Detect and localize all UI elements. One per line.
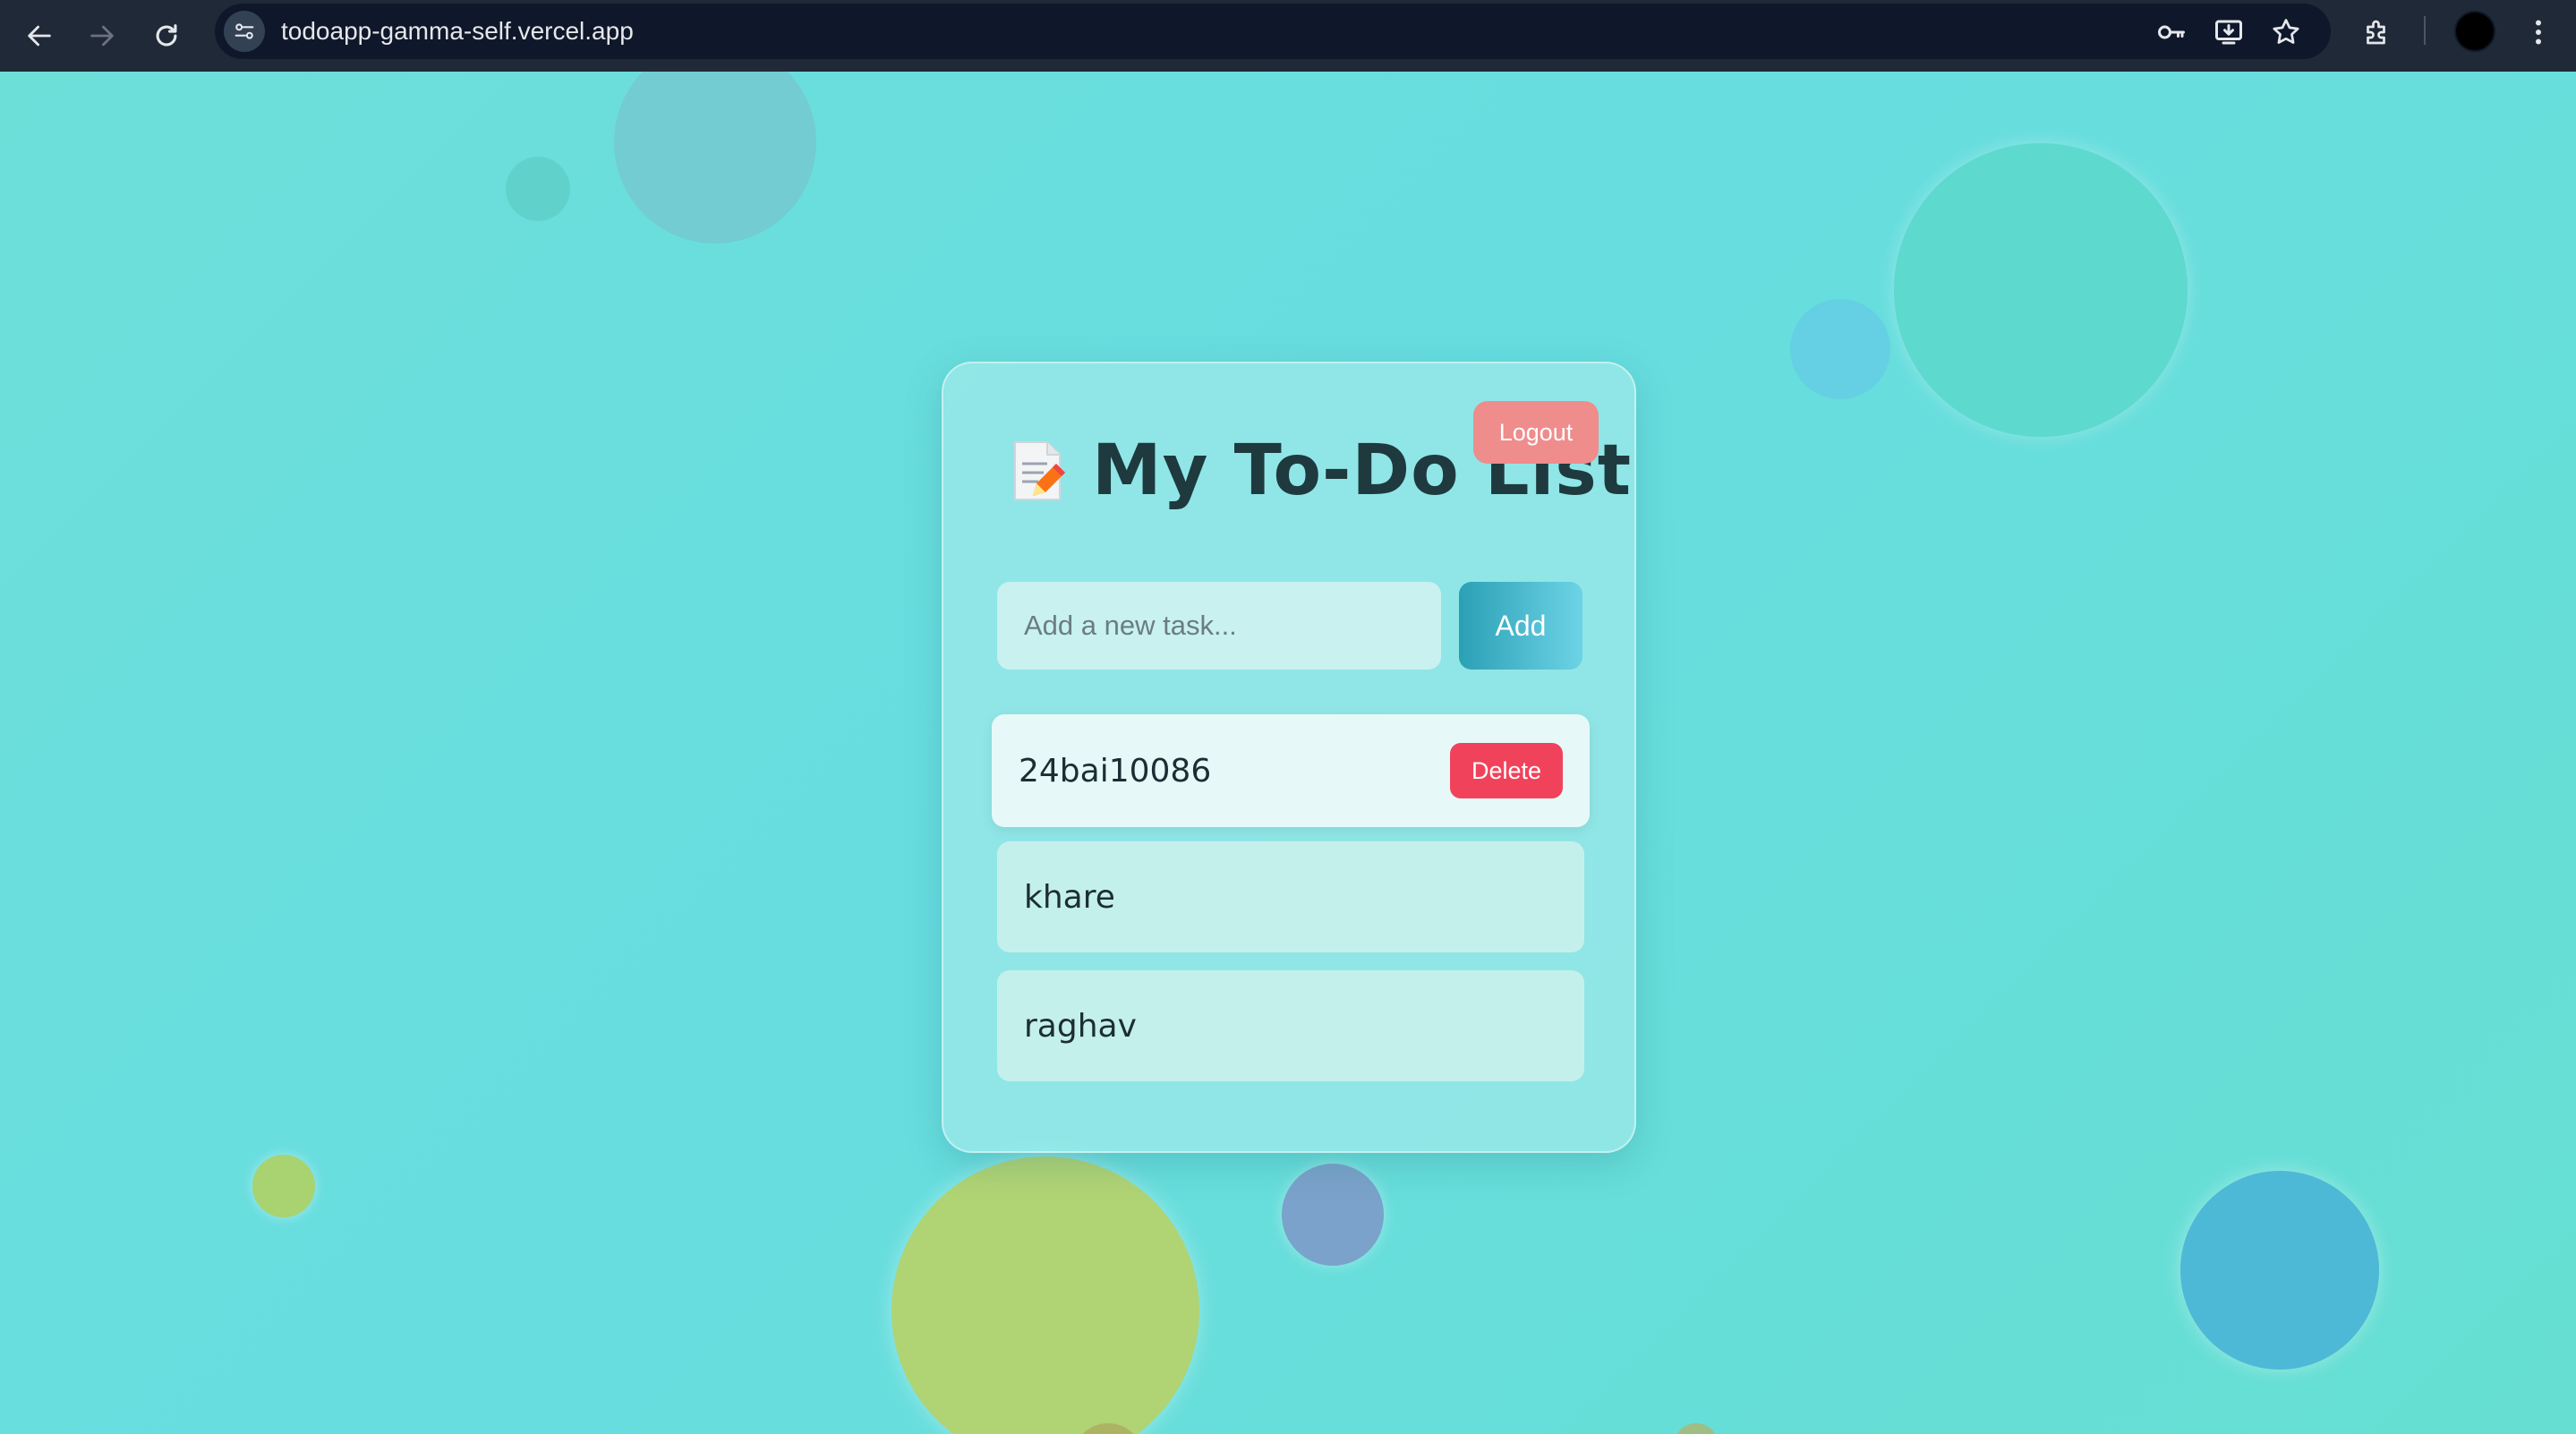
background-bubble <box>1282 1164 1384 1266</box>
reload-icon[interactable] <box>143 13 190 59</box>
site-settings-icon[interactable] <box>224 11 265 52</box>
back-arrow-icon[interactable] <box>16 13 63 59</box>
background-bubble <box>506 157 570 221</box>
task-text: 24bai10086 <box>1019 752 1212 790</box>
background-bubble <box>1894 143 2188 437</box>
toolbar-separator <box>2424 16 2426 45</box>
background-bubble <box>891 1157 1199 1434</box>
new-task-input[interactable] <box>997 582 1441 670</box>
install-app-icon[interactable] <box>2209 13 2248 52</box>
key-icon[interactable] <box>2152 13 2191 52</box>
logout-button[interactable]: Logout <box>1473 401 1599 464</box>
extensions-icon[interactable] <box>2358 13 2397 52</box>
task-item[interactable]: 24bai10086 Delete <box>992 714 1590 827</box>
task-text: khare <box>1024 878 1115 916</box>
task-item[interactable]: khare <box>997 841 1584 952</box>
page-background: Logout My To-Do List Add 24bai10086 Dele… <box>0 72 2576 1434</box>
menu-icon[interactable] <box>2519 13 2558 52</box>
url-text[interactable]: todoapp-gamma-self.vercel.app <box>281 16 634 47</box>
delete-task-button[interactable]: Delete <box>1450 743 1563 798</box>
task-text: raghav <box>1024 1007 1137 1045</box>
add-task-button[interactable]: Add <box>1459 582 1582 670</box>
task-item[interactable]: raghav <box>997 970 1584 1081</box>
background-bubble <box>1674 1423 1719 1434</box>
browser-toolbar: todoapp-gamma-self.vercel.app <box>0 0 2576 72</box>
todo-card: Logout My To-Do List Add 24bai10086 Dele… <box>942 362 1636 1153</box>
memo-icon <box>1014 441 1065 500</box>
background-bubble <box>1790 299 1890 399</box>
address-bar[interactable]: todoapp-gamma-self.vercel.app <box>215 4 2331 59</box>
background-bubble <box>252 1155 315 1217</box>
background-bubble <box>614 72 816 243</box>
forward-arrow-icon[interactable] <box>79 13 125 59</box>
star-icon[interactable] <box>2266 13 2306 52</box>
profile-avatar[interactable] <box>2454 11 2495 52</box>
background-bubble <box>2180 1171 2379 1370</box>
